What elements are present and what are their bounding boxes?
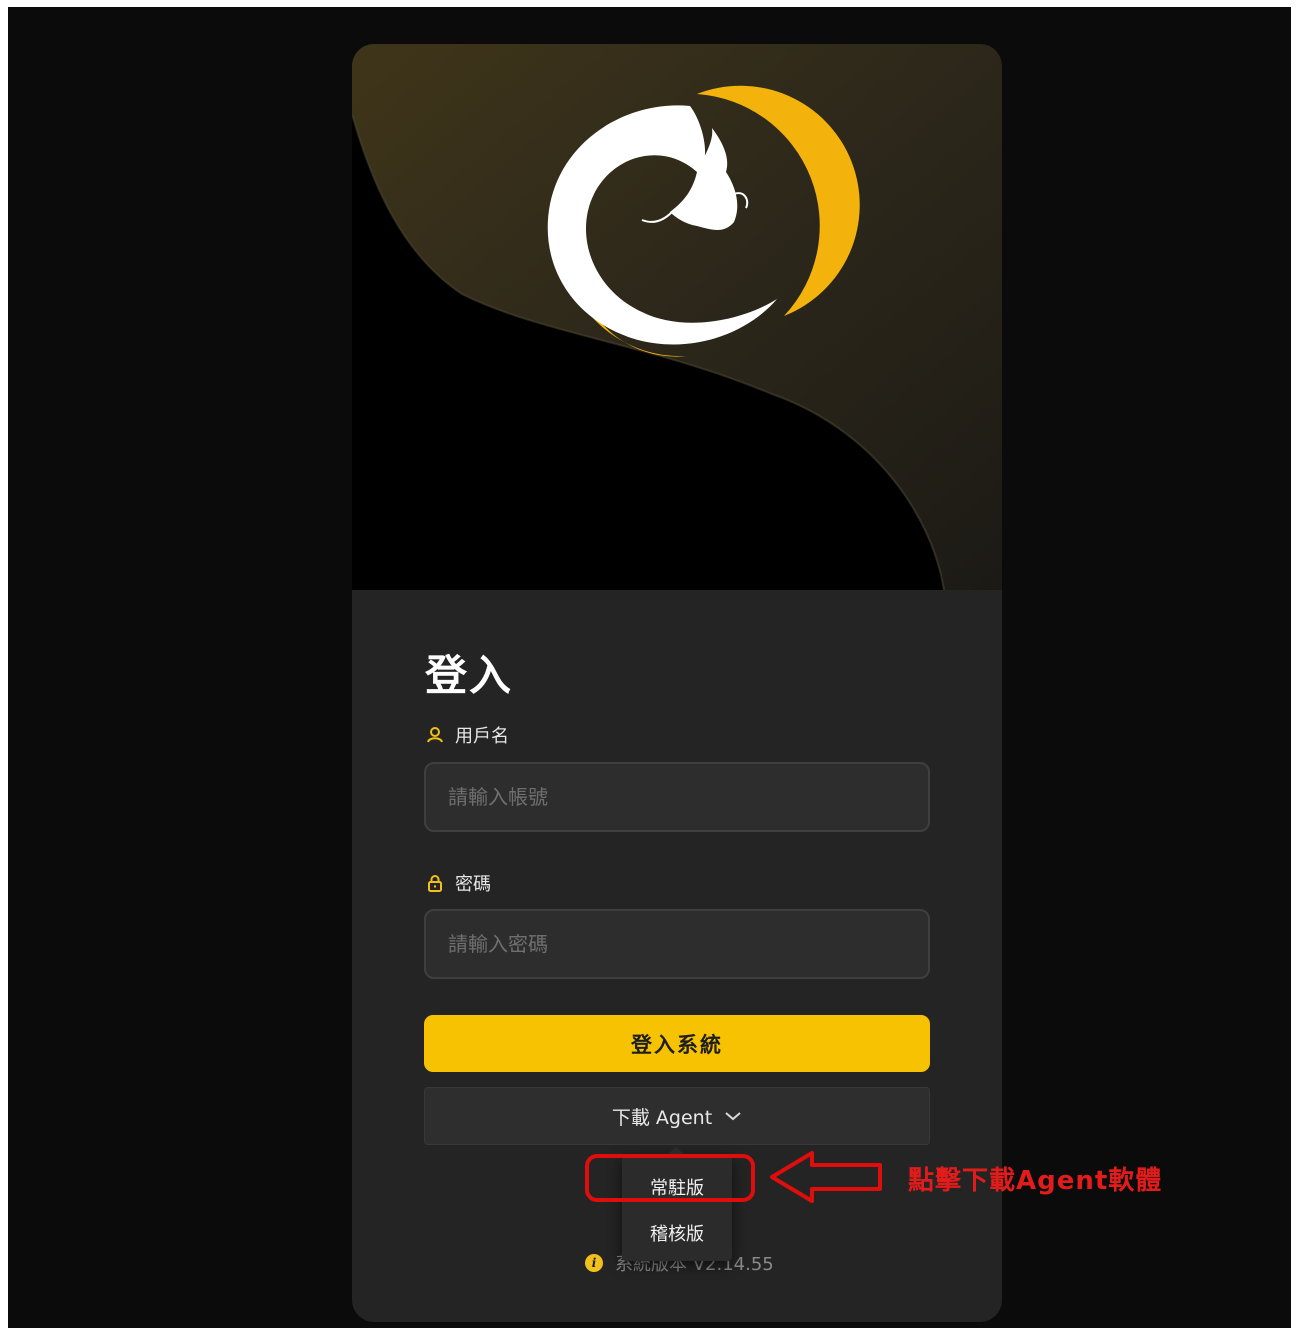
dropdown-item-audit[interactable]: 稽核版 (622, 1213, 732, 1253)
hero-banner (352, 44, 1002, 590)
login-card: 登入 用戶名 密碼 登入系統 (352, 44, 1002, 1322)
lock-icon (425, 873, 445, 893)
password-input[interactable] (424, 909, 930, 979)
username-input[interactable] (424, 762, 930, 832)
login-submit-button[interactable]: 登入系統 (424, 1015, 930, 1072)
annotation-text: 點擊下載Agent軟體 (908, 1166, 1163, 1196)
username-label: 用戶名 (425, 723, 509, 747)
password-label: 密碼 (425, 871, 491, 895)
username-label-text: 用戶名 (455, 726, 509, 747)
annotation-highlight-box (585, 1154, 755, 1202)
chevron-down-icon (724, 1105, 742, 1127)
dropdown-item-label: 稽核版 (650, 1224, 704, 1245)
login-submit-label: 登入系統 (631, 1032, 723, 1057)
password-label-text: 密碼 (455, 874, 491, 895)
page-title: 登入 (425, 651, 514, 700)
login-screen: 登入 用戶名 密碼 登入系統 (8, 7, 1291, 1328)
annotation-arrow-icon (770, 1151, 882, 1203)
user-icon (425, 725, 445, 745)
download-agent-button[interactable]: 下載 Agent (424, 1087, 930, 1145)
info-icon: i (585, 1254, 603, 1272)
download-agent-label: 下載 Agent (611, 1106, 713, 1129)
